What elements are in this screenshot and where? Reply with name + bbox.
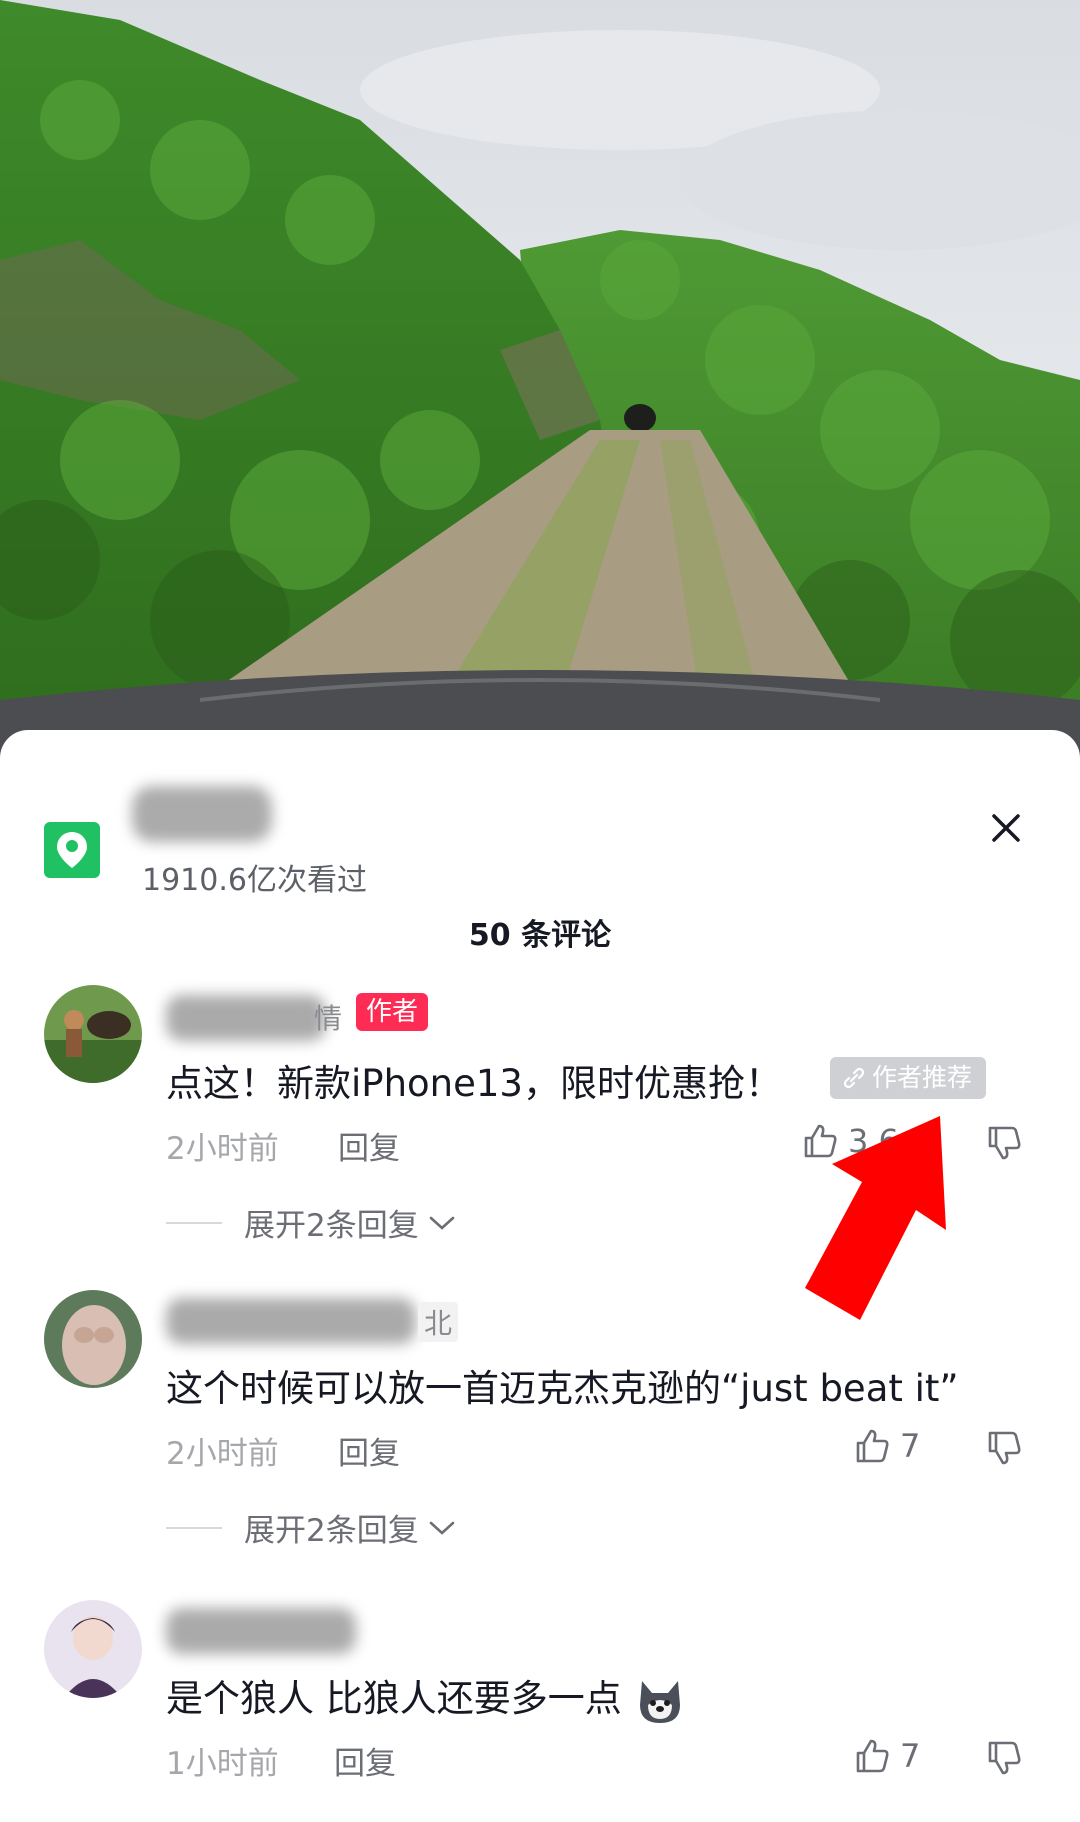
like-count: 7 xyxy=(900,1427,921,1465)
expand-replies-button[interactable]: 展开2条回复 xyxy=(166,1505,457,1550)
chevron-down-icon xyxy=(429,1216,455,1230)
expand-divider xyxy=(166,1221,222,1224)
comment-time: 2小时前 xyxy=(166,1131,279,1167)
thumbs-down-icon xyxy=(988,1431,1021,1465)
annotation-arrow-icon xyxy=(805,1116,946,1320)
avatar[interactable] xyxy=(44,985,142,1083)
recommend-tag-label: 作者推荐 xyxy=(872,1063,973,1092)
thumbs-down-icon xyxy=(988,1126,1021,1160)
reply-button[interactable]: 回复 xyxy=(334,1738,396,1783)
username-tail: 北 xyxy=(418,1302,459,1342)
link-icon xyxy=(843,1067,865,1089)
username-redacted xyxy=(166,1608,356,1654)
close-icon xyxy=(992,814,1020,842)
dislike-button[interactable] xyxy=(984,1738,1024,1782)
close-button[interactable] xyxy=(978,800,1034,856)
dislike-button[interactable] xyxy=(984,1428,1024,1472)
comment-text: 点这！新款iPhone13，限时优惠抢！ xyxy=(166,1062,782,1105)
thumbs-up-icon xyxy=(856,1429,889,1463)
expand-replies-label: 展开2条回复 xyxy=(244,1208,419,1244)
location-header[interactable]: 1910.6亿次看过 xyxy=(44,760,1034,898)
location-pin-icon xyxy=(44,822,100,878)
author-badge: 作者 xyxy=(356,993,429,1031)
thumbs-up-icon xyxy=(856,1739,889,1773)
comment-text-content: 是个狼人 比狼人还要多一点 xyxy=(166,1677,622,1720)
reply-button[interactable]: 回复 xyxy=(338,1123,400,1168)
username-tail: 情 xyxy=(314,1002,343,1035)
avatar[interactable] xyxy=(44,1290,142,1388)
username-redacted xyxy=(166,995,326,1041)
comment-time: 2小时前 xyxy=(166,1436,279,1472)
husky-emoji-icon xyxy=(639,1680,680,1723)
comment-text: 这个时候可以放一首迈克杰克逊的“just beat it” xyxy=(166,1367,959,1410)
dislike-button[interactable] xyxy=(984,1123,1024,1167)
avatar[interactable] xyxy=(44,1600,142,1698)
like-count: 7 xyxy=(900,1737,921,1775)
username-redacted xyxy=(166,1298,416,1344)
video-frame[interactable] xyxy=(0,0,1080,760)
like-button[interactable]: 7 xyxy=(852,1736,920,1776)
reply-button[interactable]: 回复 xyxy=(338,1428,400,1473)
location-name-redacted xyxy=(132,786,272,842)
comment-time: 1小时前 xyxy=(166,1746,279,1782)
expand-replies-label: 展开2条回复 xyxy=(244,1513,419,1549)
location-view-count: 1910.6亿次看过 xyxy=(142,863,367,898)
expand-divider xyxy=(166,1526,222,1529)
author-recommend-tag[interactable]: 作者推荐 xyxy=(830,1057,987,1099)
thumbs-down-icon xyxy=(988,1741,1021,1775)
comment-text: 是个狼人 比狼人还要多一点 xyxy=(166,1668,686,1727)
expand-replies-button[interactable]: 展开2条回复 xyxy=(166,1200,457,1245)
comment-item: 是个狼人 比狼人还要多一点 1小时前 回复 7 xyxy=(0,1600,1080,1800)
chevron-down-icon xyxy=(429,1521,455,1535)
comment-count-title: 50 条评论 xyxy=(468,918,612,953)
like-button[interactable]: 7 xyxy=(852,1426,920,1466)
